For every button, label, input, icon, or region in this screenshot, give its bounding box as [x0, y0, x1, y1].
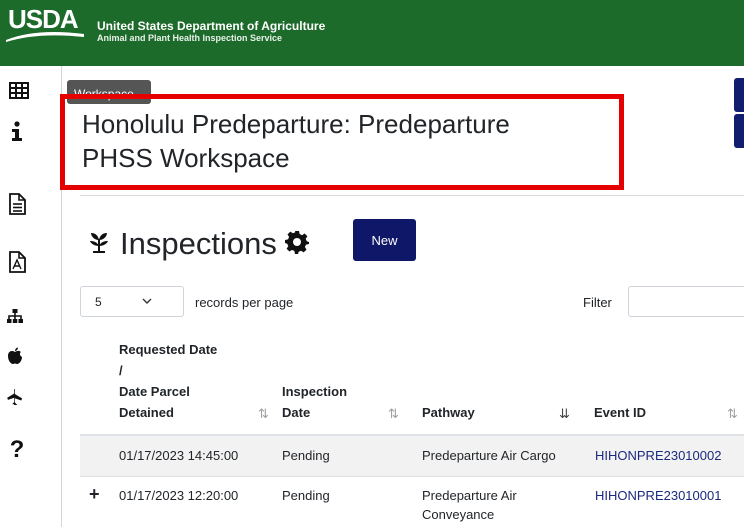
filter-label: Filter — [583, 295, 612, 310]
apple-icon[interactable] — [2, 343, 28, 369]
title-divider — [80, 195, 744, 196]
column-header-label: Date — [282, 405, 311, 420]
table-row[interactable]: 01/17/2023 14:45:00 Pending Predeparture… — [80, 436, 744, 476]
top-action-button-2[interactable] — [734, 114, 744, 148]
site-header: USDA United States Department of Agricul… — [0, 0, 744, 66]
cell-inspection-date: Pending — [282, 448, 330, 463]
column-header-pathway[interactable]: Pathway — [422, 402, 475, 423]
sort-icon[interactable]: ⇅ — [258, 406, 269, 422]
sidebar: ? — [0, 66, 62, 527]
pdf-icon[interactable] — [4, 249, 30, 275]
main-content: Workspace Honolulu Predeparture: Predepa… — [60, 66, 744, 527]
cell-event-id-link[interactable]: HIHONPRE23010001 — [595, 486, 721, 506]
agency-name: United States Department of Agriculture … — [97, 19, 325, 44]
expand-row-button[interactable]: + — [89, 484, 100, 505]
sort-icon[interactable]: ⇅ — [388, 406, 399, 422]
column-header-label: Event ID — [594, 405, 647, 420]
cell-requested-date: 01/17/2023 14:45:00 — [119, 448, 239, 463]
cell-pathway: Predeparture Air — [422, 488, 517, 503]
records-per-page-select[interactable]: 5 — [80, 286, 184, 317]
sitemap-icon[interactable] — [2, 303, 28, 329]
inspections-heading: Inspections — [88, 226, 309, 262]
column-header-label: Requested Date — [119, 342, 218, 357]
page-title: Honolulu Predeparture: Predeparture PHSS… — [82, 107, 682, 175]
grid-icon[interactable] — [6, 77, 32, 103]
column-header-label: Inspection — [282, 384, 348, 399]
info-icon[interactable] — [4, 118, 30, 144]
new-inspection-button[interactable]: New — [353, 219, 416, 261]
column-header-label: / — [119, 363, 123, 378]
sort-descending-icon[interactable]: ⇊ — [559, 406, 570, 422]
top-action-button-1[interactable] — [734, 78, 744, 112]
column-header-event-id[interactable]: Event ID — [594, 402, 646, 423]
records-per-page-value: 5 — [95, 295, 102, 309]
usda-logo-swoosh — [6, 32, 84, 42]
airplane-icon[interactable] — [2, 384, 28, 410]
agency-name-line2: Animal and Plant Health Inspection Servi… — [97, 33, 283, 43]
document-icon[interactable] — [4, 191, 30, 217]
column-header-label: Detained — [119, 405, 174, 420]
cell-inspection-date: Pending — [282, 488, 330, 503]
table-row[interactable]: + 01/17/2023 12:20:00 Pending Predepartu… — [80, 477, 744, 527]
records-per-page-label: records per page — [195, 295, 294, 310]
plant-icon — [88, 231, 110, 258]
column-header-requested-date[interactable]: Requested Date / Date Parcel Detained — [119, 339, 217, 423]
gear-icon[interactable] — [284, 230, 309, 259]
cell-pathway-line2: Conveyance — [422, 507, 495, 522]
agency-name-line1: United States Department of Agriculture — [97, 19, 326, 33]
inspections-title: Inspections — [120, 226, 277, 261]
sort-icon[interactable]: ⇅ — [727, 406, 738, 422]
help-icon[interactable]: ? — [4, 436, 30, 463]
cell-pathway: Predeparture Air Cargo — [422, 448, 556, 463]
page-title-line2: PHSS Workspace — [82, 143, 290, 173]
cell-requested-date: 01/17/2023 12:20:00 — [119, 488, 239, 503]
column-header-label: Pathway — [422, 405, 475, 420]
usda-logo[interactable]: USDA — [6, 4, 84, 42]
column-header-inspection-date[interactable]: Inspection Date — [282, 381, 347, 423]
filter-input[interactable] — [628, 286, 744, 317]
page-title-line1: Honolulu Predeparture: Predeparture — [82, 109, 510, 139]
chevron-down-icon — [142, 294, 152, 311]
column-header-label: Date Parcel — [119, 384, 190, 399]
cell-event-id-link[interactable]: HIHONPRE23010002 — [595, 446, 721, 466]
